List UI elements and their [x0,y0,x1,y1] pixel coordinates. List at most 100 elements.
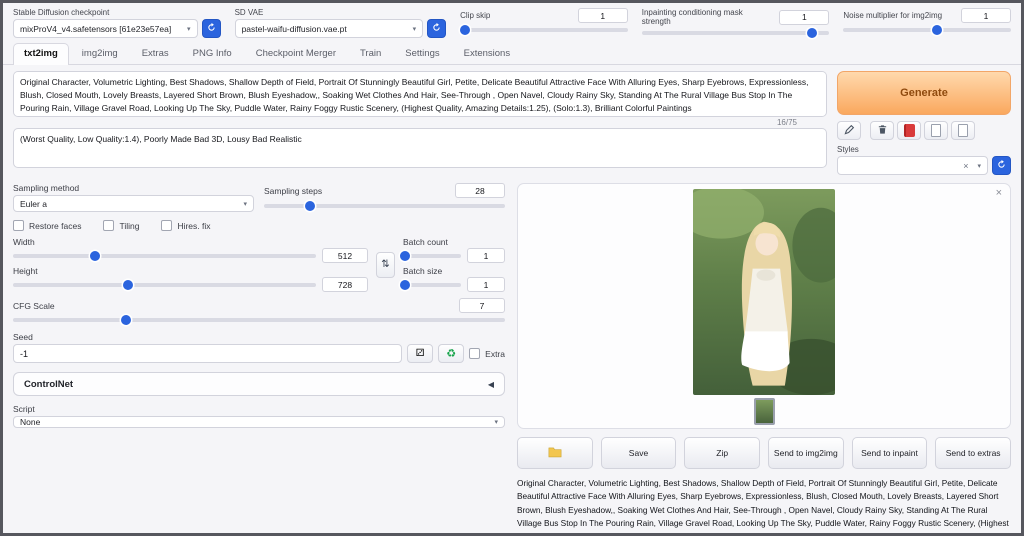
tab-txt2img[interactable]: txt2img [13,43,69,65]
pencil-icon [843,123,855,138]
clip-skip-label: Clip skip [460,11,491,20]
batch-size-label: Batch size [403,266,443,276]
inpaint-strength-slider[interactable] [641,27,830,39]
sampling-steps-slider[interactable] [264,200,505,212]
refresh-styles-button[interactable] [992,156,1011,175]
styles-label: Styles [837,145,859,154]
noise-multiplier-input[interactable] [961,8,1011,23]
apply-style-button[interactable] [951,121,975,140]
checkbox-icon [161,220,173,231]
inpaint-strength-input[interactable] [779,9,830,25]
batch-count-input[interactable] [467,248,505,263]
random-seed-button[interactable]: ⚂ [407,344,434,363]
vae-value: pastel-waifu-diffusion.vae.pt [241,23,347,34]
cfg-scale-input[interactable] [459,298,505,313]
height-input[interactable] [322,277,368,292]
sampling-steps-field: Sampling steps [264,183,505,212]
negative-prompt-input[interactable]: (Worst Quality, Low Quality:1.4), Poorly… [13,128,827,168]
chevron-down-icon: ▾ [412,25,417,33]
document-icon [958,124,968,137]
clip-skip-slider[interactable] [460,24,628,36]
generation-settings: Sampling method Euler a ▾ Sampling steps [13,183,505,533]
checkbox-icon [469,348,481,359]
reuse-seed-button[interactable]: ♻ [438,344,465,363]
height-label: Height [13,266,38,276]
script-dropdown[interactable]: None ▾ [13,416,505,428]
chevron-down-icon: ▾ [187,25,191,33]
recycle-icon: ♻ [446,348,457,360]
tab-extensions[interactable]: Extensions [453,43,521,64]
controlnet-accordion[interactable]: ControlNet ◀ [13,372,505,396]
inpaint-strength-label: Inpainting conditioning mask strength [641,8,743,26]
tab-train[interactable]: Train [349,43,392,64]
refresh-icon [996,158,1007,173]
save-button[interactable]: Save [600,437,677,469]
script-field: Script None ▾ [13,404,505,428]
vae-dropdown[interactable]: pastel-waifu-diffusion.vae.pt ▾ [234,19,424,38]
extra-networks-button[interactable] [897,121,921,140]
refresh-vae-button[interactable] [427,19,447,38]
sampling-steps-label: Sampling steps [264,185,323,196]
sampling-method-field: Sampling method Euler a ▾ [13,183,254,212]
close-icon[interactable]: × [996,187,1002,199]
noise-multiplier-label: Noise multiplier for img2img [843,11,943,20]
output-panel: × Save Zip Send to img2img Send to inpai… [517,183,1011,533]
tiling-label: Tiling [119,220,140,231]
send-to-img2img-button[interactable]: Send to img2img [767,437,844,469]
prompt-input[interactable]: Original Character, Volumetric Lighting,… [13,71,827,117]
send-to-extras-button[interactable]: Send to extras [935,437,1011,469]
tiling-checkbox[interactable]: Tiling [103,220,139,231]
clip-skip-input[interactable] [577,8,628,23]
batch-size-slider[interactable] [400,279,461,291]
swap-dimensions-button[interactable]: ⇅ [376,251,395,278]
batch-size-field: Batch size [400,266,505,292]
extra-seed-checkbox[interactable]: Extra [469,348,505,359]
script-value: None [20,417,41,427]
send-to-inpaint-button[interactable]: Send to inpaint [851,437,928,469]
width-field: Width [13,237,368,263]
image-thumbnail[interactable] [753,398,775,425]
tab-extras[interactable]: Extras [131,43,180,64]
width-input[interactable] [322,248,368,263]
height-slider[interactable] [13,279,316,291]
cfg-scale-slider[interactable] [13,314,505,326]
clear-icon[interactable]: × [963,161,968,171]
controlnet-label: ControlNet [24,378,74,390]
hires-fix-checkbox[interactable]: Hires. fix [161,220,211,231]
checkbox-icon [13,220,24,231]
main-tabbar: txt2img img2img Extras PNG Info Checkpoi… [3,41,1021,65]
tab-settings[interactable]: Settings [394,43,450,64]
cfg-scale-field: CFG Scale [13,298,505,326]
styles-book-icon [903,124,915,137]
noise-multiplier-slider[interactable] [843,24,1011,36]
zip-button[interactable]: Zip [684,437,760,469]
sampling-method-dropdown[interactable]: Euler a ▾ [13,195,254,212]
dice-icon: ⚂ [415,348,425,359]
generated-image[interactable] [693,189,835,395]
open-folder-button[interactable] [517,437,593,469]
txt2img-workspace: Original Character, Volumetric Lighting,… [3,65,1021,533]
save-style-button[interactable] [924,121,948,140]
tab-png-info[interactable]: PNG Info [182,43,243,64]
paste-params-button[interactable] [837,121,861,140]
width-slider[interactable] [13,250,316,262]
generate-button[interactable]: Generate [837,71,1011,115]
gallery-actions: Save Zip Send to img2img Send to inpaint… [517,437,1011,469]
tab-checkpoint-merger[interactable]: Checkpoint Merger [245,43,347,64]
seed-field: Seed ⚂ ♻ Extra [13,332,505,363]
checkpoint-dropdown[interactable]: mixProV4_v4.safetensors [61e23e57ea] ▾ [13,19,198,38]
batch-count-slider[interactable] [400,250,461,262]
checkbox-icon [103,220,115,231]
styles-dropdown[interactable]: × ▾ [837,156,988,175]
noise-multiplier-control: Noise multiplier for img2img [843,8,1011,36]
batch-size-input[interactable] [467,277,505,292]
refresh-checkpoint-button[interactable] [201,19,221,38]
restore-faces-checkbox[interactable]: Restore faces [13,220,81,231]
tab-img2img[interactable]: img2img [71,43,129,64]
sampling-steps-input[interactable] [455,183,505,198]
sd-webui-window: Stable Diffusion checkpoint mixProV4_v4.… [0,0,1024,536]
clear-prompt-button[interactable] [870,121,894,140]
script-label: Script [13,404,35,414]
seed-input[interactable] [13,344,403,363]
collapse-arrow-icon: ◀ [487,379,494,389]
